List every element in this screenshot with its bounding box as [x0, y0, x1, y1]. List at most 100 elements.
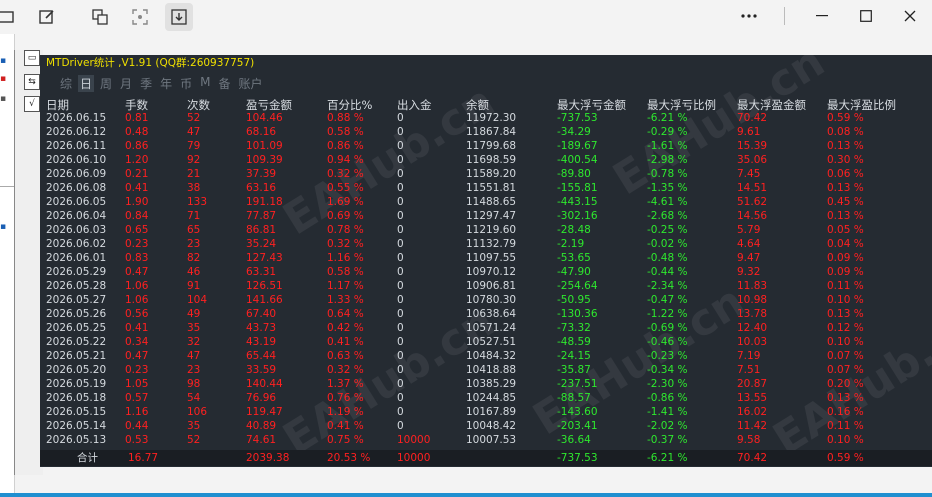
cell-max-float-profit-pct: 0.11 %	[827, 280, 864, 292]
table-row[interactable]: 2026.06.05 1.90 133 191.18 1.69 % 0 11488.65 -4…	[40, 195, 932, 209]
column-header-max-float-profit[interactable]: 最大浮盈金额	[737, 97, 806, 112]
close-icon[interactable]	[895, 4, 925, 28]
cell-max-float-profit-pct: 0.13 %	[827, 140, 864, 152]
table-row[interactable]: 2026.06.01 0.83 82 127.43 1.16 % 0 11097.55 -53…	[40, 251, 932, 265]
cell-max-float-loss-pct: -0.23 %	[647, 350, 688, 362]
cell-max-float-profit-pct: 0.04 %	[827, 238, 864, 250]
cell-count: 35	[187, 322, 201, 334]
edge-mark: ▪	[0, 222, 7, 232]
tab-3[interactable]: 月	[118, 75, 134, 92]
cell-profit: 77.87	[246, 210, 277, 222]
tab-0[interactable]: 综	[58, 75, 74, 92]
column-header-lots[interactable]: 手数	[125, 97, 148, 112]
table-row[interactable]: 2026.05.27 1.06 104 141.66 1.33 % 0 10780.30 -5…	[40, 293, 932, 307]
table-row[interactable]: 2026.05.14 0.44 35 40.89 0.41 % 0 10048.42 -203…	[40, 419, 932, 433]
cell-max-float-loss: -53.65	[557, 252, 591, 264]
edit-icon[interactable]	[33, 3, 61, 31]
window-icon[interactable]	[0, 3, 20, 31]
cell-count: 47	[187, 126, 201, 138]
column-header-deposit[interactable]: 出入金	[397, 97, 432, 112]
cell-max-float-loss-pct: -0.25 %	[647, 224, 688, 236]
cell-lots: 0.23	[125, 364, 149, 376]
cell-date: 2026.05.21	[46, 350, 107, 362]
tab-7[interactable]: M	[198, 75, 212, 92]
cell-max-float-profit-pct: 0.09 %	[827, 266, 864, 278]
cell-count: 106	[187, 406, 208, 418]
table-row[interactable]: 2026.05.19 1.05 98 140.44 1.37 % 0 10385.29 -23…	[40, 377, 932, 391]
column-header-percent[interactable]: 百分比%	[327, 97, 372, 112]
table-row[interactable]: 2026.05.29 0.47 46 63.31 0.58 % 0 10970.12 -47.…	[40, 265, 932, 279]
cell-max-float-profit: 20.87	[737, 378, 768, 390]
totals-max-float-loss: -737.53	[557, 452, 598, 464]
table-row[interactable]: 2026.05.26 0.56 49 67.40 0.64 % 0 10638.64 -130…	[40, 307, 932, 321]
cell-lots: 0.57	[125, 392, 149, 404]
cell-max-float-profit-pct: 0.09 %	[827, 252, 864, 264]
cell-lots: 0.34	[125, 336, 149, 348]
tab-4[interactable]: 季	[138, 75, 154, 92]
table-row[interactable]: 2026.05.28 1.06 91 126.51 1.17 % 0 10906.81 -25…	[40, 279, 932, 293]
cell-balance: 11132.79	[466, 238, 517, 250]
cell-balance: 11297.47	[466, 210, 517, 222]
maximize-icon[interactable]	[851, 4, 881, 28]
table-row[interactable]: 2026.06.15 0.81 52 104.46 0.88 % 0 11972.30 -73…	[40, 111, 932, 125]
cell-percent: 1.37 %	[327, 378, 364, 390]
cell-profit: 63.16	[246, 182, 277, 194]
table-row[interactable]: 2026.06.09 0.21 21 37.39 0.32 % 0 11589.20 -89.…	[40, 167, 932, 181]
cell-max-float-profit: 9.61	[737, 126, 761, 138]
cell-max-float-loss: -47.90	[557, 266, 591, 278]
column-header-max-float-loss-pct[interactable]: 最大浮亏比例	[647, 97, 716, 112]
cell-lots: 0.81	[125, 112, 149, 124]
tab-5[interactable]: 年	[158, 75, 174, 92]
sidebar-divider-icon	[770, 4, 800, 28]
column-header-date[interactable]: 日期	[46, 97, 69, 112]
tab-8[interactable]: 备	[216, 75, 232, 92]
cell-percent: 0.69 %	[327, 210, 364, 222]
table-row[interactable]: 2026.05.22 0.34 32 43.19 0.41 % 0 10527.51 -48.…	[40, 335, 932, 349]
focus-icon[interactable]	[126, 3, 154, 31]
column-header-profit[interactable]: 盈亏金额	[246, 97, 292, 112]
cell-percent: 0.58 %	[327, 126, 364, 138]
table-row[interactable]: 2026.06.02 0.23 23 35.24 0.32 % 0 11132.79 -2.1…	[40, 237, 932, 251]
cell-percent: 0.58 %	[327, 266, 364, 278]
more-icon[interactable]	[734, 4, 764, 28]
table-row[interactable]: 2026.06.08 0.41 38 63.16 0.55 % 0 11551.81 -155…	[40, 181, 932, 195]
table-row[interactable]: 2026.05.13 0.53 52 74.61 0.75 % 10000 10007.53…	[40, 433, 932, 447]
checkmark-icon[interactable]: √	[24, 96, 40, 112]
column-header-max-float-profit-pct[interactable]: 最大浮盈比例	[827, 97, 896, 112]
edge-divider	[0, 186, 14, 187]
cell-max-float-loss-pct: -0.02 %	[647, 238, 688, 250]
tab-6[interactable]: 币	[178, 75, 194, 92]
table-row[interactable]: 2026.06.10 1.20 92 109.39 0.94 % 0 11698.59 -40…	[40, 153, 932, 167]
table-row[interactable]: 2026.06.12 0.48 47 68.16 0.58 % 0 11867.84 -34.…	[40, 125, 932, 139]
cell-max-float-profit: 14.51	[737, 182, 768, 194]
cell-max-float-loss-pct: -0.78 %	[647, 168, 688, 180]
cell-lots: 0.41	[125, 182, 149, 194]
cell-max-float-loss: -189.67	[557, 140, 598, 152]
download-icon[interactable]	[165, 3, 193, 31]
chart-sync-icon[interactable]: ⇆	[24, 74, 40, 90]
tab-2[interactable]: 周	[98, 75, 114, 92]
table-row[interactable]: 2026.05.15 1.16 106 119.47 1.19 % 0 10167.89 -1…	[40, 405, 932, 419]
cell-deposit: 0	[397, 336, 404, 348]
cell-lots: 0.65	[125, 224, 149, 236]
table-row[interactable]: 2026.05.18 0.57 54 76.96 0.76 % 0 10244.85 -88.…	[40, 391, 932, 405]
cell-max-float-profit-pct: 0.07 %	[827, 350, 864, 362]
column-header-count[interactable]: 次数	[187, 97, 210, 112]
table-row[interactable]: 2026.05.20 0.23 23 33.59 0.32 % 0 10418.88 -35.…	[40, 363, 932, 377]
tab-9[interactable]: 账户	[236, 75, 264, 92]
column-header-max-float-loss[interactable]: 最大浮亏金额	[557, 97, 626, 112]
table-row[interactable]: 2026.05.25 0.41 35 43.73 0.42 % 0 10571.24 -73.…	[40, 321, 932, 335]
tab-1[interactable]: 日	[78, 75, 95, 92]
cell-max-float-loss: -443.15	[557, 196, 598, 208]
table-row[interactable]: 2026.06.04 0.84 71 77.87 0.69 % 0 11297.47 -302…	[40, 209, 932, 223]
chart-window-icon[interactable]: ▭	[24, 50, 40, 66]
column-header-balance[interactable]: 余额	[466, 97, 489, 112]
cell-max-float-profit: 14.56	[737, 210, 768, 222]
translate-icon[interactable]	[86, 3, 114, 31]
table-row[interactable]: 2026.06.03 0.65 65 86.81 0.78 % 0 11219.60 -28.…	[40, 223, 932, 237]
table-row[interactable]: 2026.06.11 0.86 79 101.09 0.86 % 0 11799.68 -18…	[40, 139, 932, 153]
cell-profit: 43.73	[246, 322, 277, 334]
minimize-icon[interactable]	[807, 4, 837, 28]
table-row[interactable]: 2026.05.21 0.47 47 65.44 0.63 % 0 10484.32 -24.…	[40, 349, 932, 363]
cell-count: 38	[187, 182, 201, 194]
